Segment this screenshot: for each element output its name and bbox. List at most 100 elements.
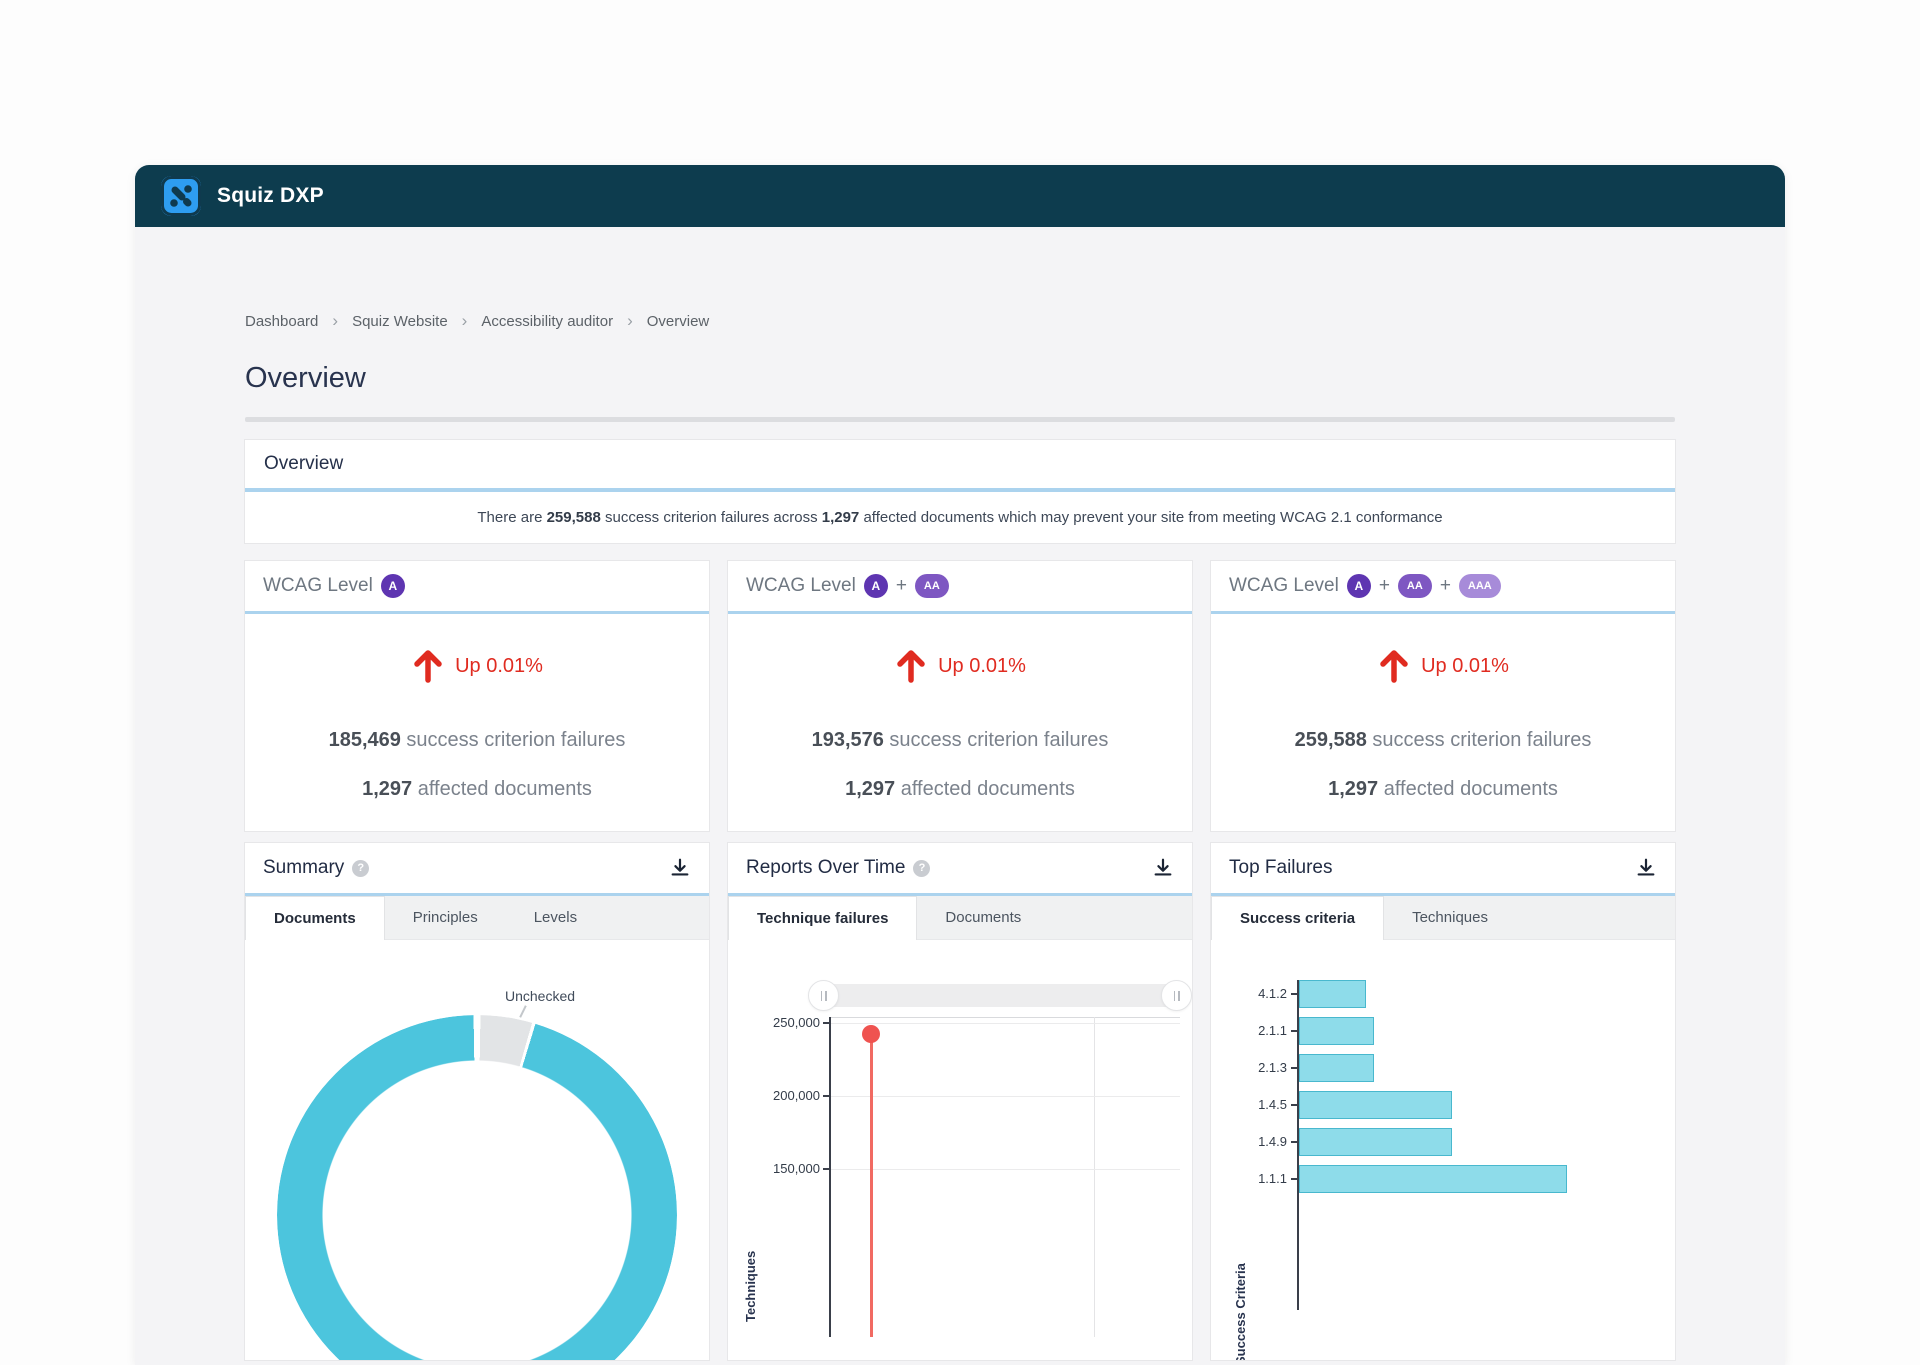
top-failures-tabbar: Success criteria Techniques	[1211, 896, 1675, 940]
documents-label: affected documents	[1378, 778, 1558, 800]
tab-success-criteria[interactable]: Success criteria	[1211, 896, 1385, 940]
lollipop-stem	[870, 1034, 873, 1337]
summary-documents-count: 1,297	[821, 509, 860, 526]
breadcrumb-current[interactable]: Overview	[647, 313, 710, 330]
tick-mark	[1291, 1030, 1299, 1032]
download-button[interactable]	[1635, 857, 1657, 879]
help-icon[interactable]: ?	[352, 859, 370, 877]
failure-bar[interactable]	[1299, 1165, 1567, 1193]
failure-bar[interactable]	[1299, 1054, 1375, 1082]
bar-row: 1.4.5	[1258, 1091, 1661, 1119]
help-icon[interactable]: ?	[913, 859, 931, 877]
wcag-a-badge: A	[380, 574, 405, 598]
summary-card-title: Summary	[263, 857, 345, 878]
documents-line: 1,297 affected documents	[738, 778, 1182, 801]
documents-count: 1,297	[1328, 778, 1379, 800]
summary-text-part: There are	[477, 509, 547, 526]
donut-segment-label: Unchecked	[505, 988, 576, 1004]
gridline-200k	[831, 1096, 1180, 1097]
reports-tabbar: Technique failures Documents	[728, 896, 1192, 940]
bar-row: 1.4.9	[1258, 1128, 1661, 1156]
top-failures-card: Top Failures Success criteria Techniques…	[1211, 843, 1675, 1360]
tick-mark	[823, 1022, 831, 1024]
tick-mark	[1291, 993, 1299, 995]
summary-card: Summary ? Documents Principles Levels Un…	[245, 843, 709, 1360]
failures-label: success criterion failures	[400, 729, 626, 751]
top-failures-card-title: Top Failures	[1229, 857, 1333, 878]
ytick-label: 250,000	[773, 1015, 820, 1030]
failure-bar[interactable]	[1299, 1091, 1452, 1119]
summary-text-part: affected documents which may prevent you…	[859, 509, 1443, 526]
documents-donut-chart[interactable]	[277, 1015, 677, 1360]
reports-over-time-card: Reports Over Time ? Technique failures D…	[728, 843, 1192, 1360]
success-criteria-bar-chart: 4.1.2 2.1.1 2.1.3 1.4.5 1.4.9 1.1.1 Succ…	[1233, 980, 1661, 1360]
bar-row: 1.1.1	[1258, 1165, 1661, 1193]
failures-label: success criterion failures	[883, 729, 1109, 751]
criterion-label: 1.4.9	[1258, 1134, 1287, 1149]
y-axis-label: Success Criteria	[1233, 1263, 1248, 1360]
tab-documents[interactable]: Documents	[245, 896, 385, 940]
lollipop-point[interactable]	[862, 1025, 880, 1043]
trend-label: Up 0.01%	[938, 654, 1026, 677]
date-range-slider[interactable]	[808, 980, 1192, 1011]
chevron-right-icon: ›	[332, 311, 339, 330]
tab-levels[interactable]: Levels	[506, 896, 605, 939]
donut-callout-line	[519, 1005, 527, 1018]
page-title: Overview	[245, 362, 366, 394]
documents-line: 1,297 affected documents	[255, 778, 699, 801]
slider-handle-right[interactable]	[1161, 980, 1192, 1011]
failures-count: 185,469	[328, 729, 401, 751]
gridline-250k	[831, 1023, 1180, 1024]
breadcrumb-tool[interactable]: Accessibility auditor	[481, 313, 613, 330]
bar-row: 4.1.2	[1258, 980, 1661, 1008]
slider-handle-left[interactable]	[808, 980, 839, 1011]
tick-mark	[823, 1095, 831, 1097]
breadcrumb-dashboard[interactable]: Dashboard	[245, 313, 318, 330]
stat-card-title: WCAG Level	[746, 575, 856, 596]
wcag-level-a-aa-card: WCAG Level A + AA Up 0.01% 193,576 succe…	[728, 561, 1192, 831]
download-button[interactable]	[669, 857, 691, 879]
y-axis-label: Techniques	[743, 1250, 758, 1322]
wcag-a-badge: A	[1346, 574, 1371, 598]
breadcrumb-site[interactable]: Squiz Website	[352, 313, 448, 330]
failure-bar[interactable]	[1299, 980, 1366, 1008]
tab-technique-failures[interactable]: Technique failures	[728, 896, 918, 940]
documents-count: 1,297	[845, 778, 896, 800]
charts-row: Summary ? Documents Principles Levels Un…	[245, 843, 1675, 1360]
chevron-right-icon: ›	[461, 311, 468, 330]
failure-bar[interactable]	[1299, 1017, 1375, 1045]
title-divider	[245, 417, 1675, 422]
failures-line: 193,576 success criterion failures	[738, 729, 1182, 752]
criterion-label: 1.4.5	[1258, 1097, 1287, 1112]
stat-card-title: WCAG Level	[263, 575, 373, 596]
trend-up-arrow-icon	[1380, 650, 1408, 683]
wcag-level-a-card: WCAG Level A Up 0.01% 185,469 success cr…	[245, 561, 709, 831]
summary-text-part: success criterion failures across	[600, 509, 822, 526]
tick-mark	[1291, 1104, 1299, 1106]
wcag-a-badge: A	[863, 574, 888, 598]
breadcrumb: Dashboard › Squiz Website › Accessibilit…	[245, 311, 1675, 330]
wcag-aa-badge: AA	[914, 574, 949, 598]
chevron-right-icon: ›	[627, 311, 633, 330]
failures-count: 259,588	[1294, 729, 1367, 751]
trend-label: Up 0.01%	[1421, 654, 1509, 677]
criterion-label: 4.1.2	[1258, 986, 1287, 1001]
tick-mark	[1291, 1141, 1299, 1143]
tab-techniques[interactable]: Techniques	[1384, 896, 1516, 939]
tick-mark	[1291, 1178, 1299, 1180]
squiz-logo-icon	[161, 176, 201, 216]
download-button[interactable]	[1152, 857, 1174, 879]
failure-bar[interactable]	[1299, 1128, 1452, 1156]
tab-documents[interactable]: Documents	[917, 896, 1049, 939]
failures-line: 259,588 success criterion failures	[1221, 729, 1665, 752]
criterion-label: 1.1.1	[1258, 1171, 1287, 1186]
tab-principles[interactable]: Principles	[385, 896, 506, 939]
documents-label: affected documents	[895, 778, 1075, 800]
wcag-aaa-badge: AAA	[1458, 574, 1501, 598]
overview-summary-text: There are 259,588 success criterion fail…	[245, 492, 1675, 543]
documents-label: affected documents	[412, 778, 592, 800]
download-icon	[1637, 858, 1655, 876]
wcag-stat-cards-row: WCAG Level A Up 0.01% 185,469 success cr…	[245, 561, 1675, 831]
summary-failures-count: 259,588	[546, 509, 601, 526]
documents-line: 1,297 affected documents	[1221, 778, 1665, 801]
